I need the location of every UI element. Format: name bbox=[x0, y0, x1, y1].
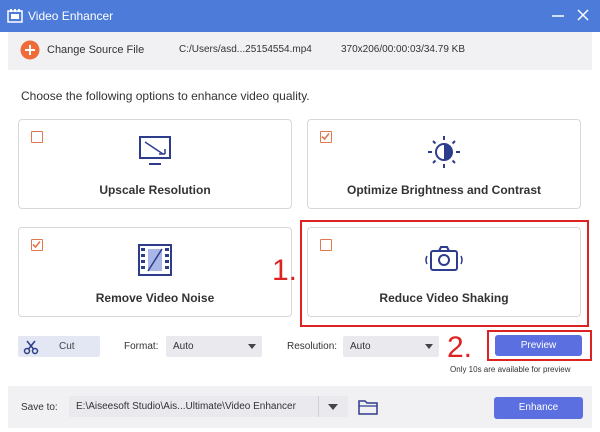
source-file-info: 370x206/00:00:03/34.79 KB bbox=[341, 44, 465, 55]
upscale-label: Upscale Resolution bbox=[99, 183, 211, 197]
noise-label: Remove Video Noise bbox=[95, 291, 215, 305]
brightness-label: Optimize Brightness and Contrast bbox=[346, 183, 542, 197]
option-remove-noise[interactable]: Remove Video Noise bbox=[18, 227, 292, 317]
app-logo-icon bbox=[7, 9, 23, 23]
highlight-box-shaking bbox=[300, 220, 589, 327]
chevron-down-icon[interactable] bbox=[328, 404, 338, 410]
brightness-checkbox[interactable] bbox=[320, 131, 332, 143]
cut-label: Cut bbox=[59, 341, 75, 352]
option-upscale-resolution[interactable]: Upscale Resolution bbox=[18, 119, 292, 209]
options-prompt: Choose the following options to enhance … bbox=[21, 89, 310, 103]
change-source-file-button[interactable]: Change Source File bbox=[47, 44, 144, 56]
source-file-panel: Change Source File C:/Users/asd...251545… bbox=[8, 32, 592, 70]
save-path-value: E:\Aiseesoft Studio\Ais...Ultimate\Video… bbox=[76, 401, 296, 412]
add-file-icon[interactable] bbox=[20, 40, 40, 60]
format-label: Format: bbox=[124, 341, 159, 352]
close-icon[interactable] bbox=[575, 6, 591, 24]
noise-checkbox[interactable] bbox=[31, 239, 43, 251]
checkmark-icon bbox=[32, 240, 41, 249]
chevron-down-icon bbox=[425, 344, 433, 349]
option-optimize-brightness[interactable]: Optimize Brightness and Contrast bbox=[307, 119, 581, 209]
window-title: Video Enhancer bbox=[28, 9, 114, 23]
upscale-icon bbox=[139, 136, 171, 165]
format-value: Auto bbox=[173, 341, 194, 352]
upscale-checkbox[interactable] bbox=[31, 131, 43, 143]
minimize-icon[interactable] bbox=[551, 6, 565, 24]
resolution-label: Resolution: bbox=[287, 341, 338, 352]
resolution-value: Auto bbox=[350, 341, 371, 352]
folder-icon[interactable] bbox=[358, 398, 378, 416]
cut-button[interactable]: Cut bbox=[18, 336, 100, 357]
preview-button[interactable]: Preview bbox=[495, 335, 582, 356]
enhance-button[interactable]: Enhance bbox=[494, 397, 583, 419]
chevron-down-icon bbox=[248, 344, 256, 349]
checkmark-icon bbox=[321, 132, 330, 141]
save-to-label: Save to: bbox=[21, 402, 58, 413]
select-divider bbox=[318, 396, 319, 417]
brightness-icon bbox=[428, 136, 460, 168]
preview-note: Only 10s are available for preview bbox=[450, 365, 571, 374]
step-1-annotation: 1. bbox=[272, 254, 298, 287]
source-file-path: C:/Users/asd...25154554.mp4 bbox=[179, 44, 312, 55]
resolution-select[interactable]: Auto bbox=[343, 336, 439, 357]
step-2-annotation: 2. bbox=[447, 331, 473, 364]
title-bar: Video Enhancer bbox=[0, 0, 600, 32]
save-path-select[interactable]: E:\Aiseesoft Studio\Ais...Ultimate\Video… bbox=[69, 396, 348, 417]
format-select[interactable]: Auto bbox=[166, 336, 262, 357]
scissors-icon bbox=[23, 340, 39, 355]
film-noise-icon bbox=[138, 244, 172, 276]
